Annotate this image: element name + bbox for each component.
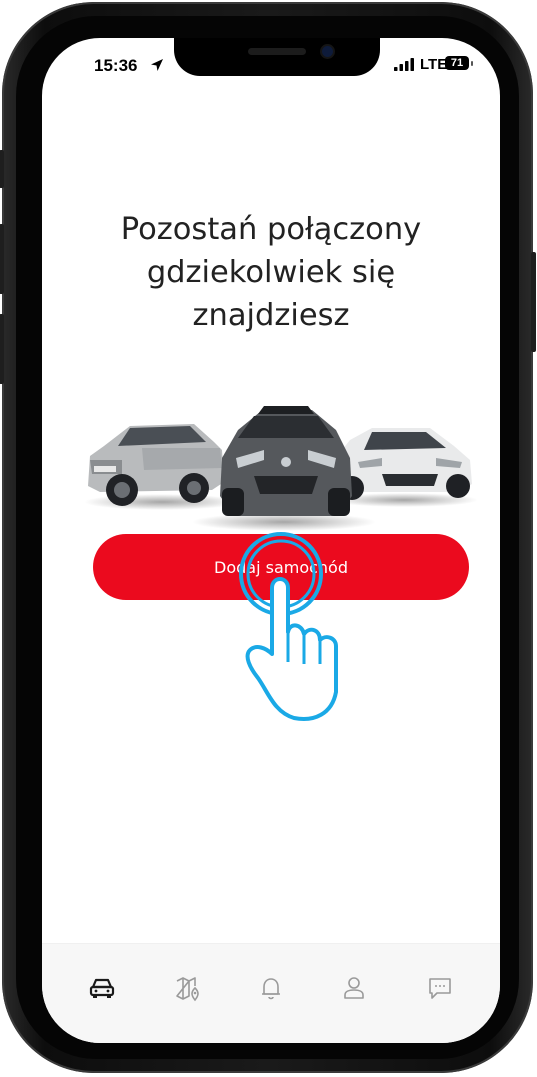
user-icon [344, 977, 364, 999]
cars-illustration [84, 406, 478, 531]
add-car-button[interactable]: Dodaj samochód [93, 534, 469, 600]
page-title-line: znajdziesz [192, 298, 350, 333]
volume-down-button [0, 314, 4, 384]
car-right [330, 428, 478, 507]
bottom-tab-bar [42, 943, 500, 1043]
battery-cap [471, 61, 473, 66]
power-button [531, 252, 536, 352]
chat-icon [429, 978, 451, 999]
tab-profile[interactable] [332, 966, 376, 1010]
page-title-line: Pozostań połączony [120, 212, 422, 247]
page-title: Pozostań połączony gdziekolwiek się znaj… [82, 208, 460, 337]
car-left [84, 424, 240, 510]
battery-icon: 71 [445, 56, 469, 70]
network-type: LTE [420, 56, 448, 73]
tab-messages[interactable] [418, 966, 462, 1010]
status-time: 15:36 [94, 56, 138, 75]
screen: 15:36 LTE 71 Pozostań połączony gdziekol… [42, 38, 500, 1043]
mute-switch [0, 150, 4, 188]
signal-bars-icon [394, 58, 414, 71]
earpiece-speaker [248, 48, 306, 55]
location-arrow-icon [151, 59, 163, 71]
tab-car[interactable] [80, 966, 124, 1010]
notch [174, 38, 380, 76]
car-icon [89, 978, 115, 998]
tab-notifications[interactable] [249, 966, 293, 1010]
volume-up-button [0, 224, 4, 294]
map-icon [176, 977, 199, 1002]
tab-map[interactable] [166, 966, 210, 1010]
phone-frame: 15:36 LTE 71 Pozostań połączony gdziekol… [0, 2, 536, 1073]
bell-icon [262, 978, 280, 1000]
front-camera [322, 46, 333, 57]
page-title-line: gdziekolwiek się [146, 255, 396, 290]
